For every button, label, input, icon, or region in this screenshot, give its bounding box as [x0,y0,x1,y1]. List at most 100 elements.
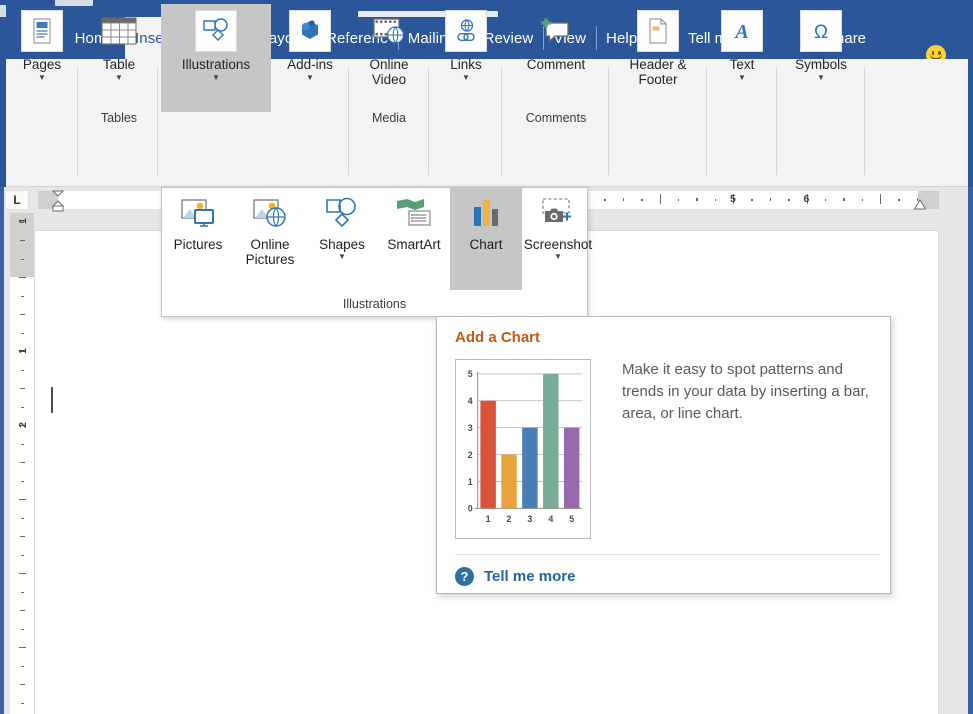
links-button[interactable]: Links ▼ [433,4,499,112]
header-footer-icon [637,10,679,52]
ruler-tick [751,199,753,201]
svg-text:4: 4 [468,396,473,406]
symbols-button[interactable]: Ω Symbols ▼ [781,4,861,112]
online-video-icon [368,10,410,52]
chart-tooltip: Add a Chart 01234512345 Make it easy to … [436,316,891,594]
group-divider [706,67,707,175]
ruler-tick [19,277,26,278]
chevron-down-icon[interactable]: ▼ [738,73,746,82]
dropdown-item-pictures[interactable]: Pictures [162,188,234,290]
svg-text:0: 0 [468,504,473,514]
dropdown-label-screenshot: Screenshot [524,237,592,252]
links-label: Links [433,57,499,72]
ribbon-right-edge [968,59,973,187]
first-line-indent-marker[interactable] [50,189,66,213]
ruler-tick [20,462,25,463]
illustrations-button[interactable]: Illustrations ▼ [161,4,271,112]
dropdown-item-online-pictures[interactable]: Online Pictures [234,188,306,290]
help-circle-icon: ? [455,567,474,586]
ruler-tick [641,199,643,201]
text-icon: A [721,10,763,52]
ruler-tick [21,333,24,334]
ruler-tick [21,370,24,371]
svg-text:3: 3 [527,514,532,524]
ruler-tick [770,198,772,201]
ruler-tick [21,407,24,408]
svg-text:5: 5 [569,514,574,524]
ruler-tick [21,555,24,556]
svg-text:5: 5 [468,369,473,379]
group-divider [776,67,777,175]
ruler-tick [21,518,24,519]
tooltip-chart-preview: 01234512345 [455,359,591,539]
dropdown-label-online-pictures: Online Pictures [234,237,306,267]
dropdown-label-pictures: Pictures [174,237,223,252]
chevron-down-icon[interactable]: ▼ [306,73,314,82]
chevron-down-icon[interactable]: ▼ [338,252,346,261]
svg-text:3: 3 [468,423,473,433]
ruler-tick [715,199,717,201]
ruler-tick [20,684,25,685]
tell-me-more-link[interactable]: ? Tell me more [455,567,575,586]
group-divider [608,67,609,175]
dropdown-item-shapes[interactable]: Shapes ▼ [306,188,378,290]
chevron-down-icon[interactable]: ▼ [554,252,562,261]
ruler-tick [20,314,25,315]
ruler-number: 5 [730,193,736,205]
ruler-tick [19,647,26,648]
ruler-tick [604,199,606,201]
ruler-tick [21,481,24,482]
chevron-down-icon[interactable]: ▼ [38,73,46,82]
pages-button[interactable]: Pages ▼ [8,4,76,112]
ruler-tick [21,629,24,630]
tooltip-description: Make it easy to spot patterns and trends… [622,359,872,425]
pages-label: Pages [8,57,76,72]
ruler-tick [21,703,24,704]
chevron-down-icon[interactable]: ▼ [817,73,825,82]
ruler-tick [20,388,25,389]
svg-text:2: 2 [468,450,473,460]
window-left-edge [0,187,4,714]
ruler-tick [696,198,698,201]
dropdown-item-smartart[interactable]: SmartArt [378,188,450,290]
chevron-down-icon[interactable]: ▼ [115,73,123,82]
comment-label: Comment [506,57,606,72]
ribbon-group-comments: Comment Comments [506,0,606,128]
tab-stop-selector[interactable]: L [5,190,29,210]
chevron-down-icon[interactable]: ▼ [212,73,220,82]
chevron-down-icon[interactable]: ▼ [462,73,470,82]
screenshot-icon [538,193,578,233]
ruler-tick [21,444,24,445]
addins-button[interactable]: Add-ins ▼ [275,4,345,112]
ruler-number: 6 [804,193,810,205]
pages-icon [21,10,63,52]
smartart-icon [394,193,434,233]
ruler-tick [843,198,845,201]
ruler-tick [21,592,24,593]
group-divider [77,67,78,175]
online-video-button[interactable]: Online Video [353,4,425,112]
right-indent-marker[interactable] [913,199,927,211]
window-right-edge [968,187,973,714]
group-divider [501,67,502,175]
ruler-tick [660,194,661,204]
svg-text:2: 2 [507,514,512,524]
table-label: Table [82,57,156,72]
text-button[interactable]: A Text ▼ [711,4,773,112]
online-video-label: Online Video [353,57,425,87]
group-name-media: Media [353,111,425,125]
illustrations-icon [195,10,237,52]
dropdown-group-name: Illustrations [162,297,587,311]
dropdown-item-screenshot[interactable]: Screenshot ▼ [522,188,594,290]
comment-icon [535,10,577,52]
group-divider [157,67,158,175]
ruler-tick [20,610,25,611]
table-button[interactable]: Table ▼ [82,4,156,112]
dropdown-item-chart[interactable]: Chart [450,188,522,290]
ruler-tick [862,199,864,201]
header-footer-label: Header & Footer [613,57,703,87]
comment-button[interactable]: Comment [506,4,606,112]
ruler-tick [20,240,25,241]
header-footer-button[interactable]: Header & Footer ▼ [613,4,703,112]
symbols-label: Symbols [781,57,861,72]
